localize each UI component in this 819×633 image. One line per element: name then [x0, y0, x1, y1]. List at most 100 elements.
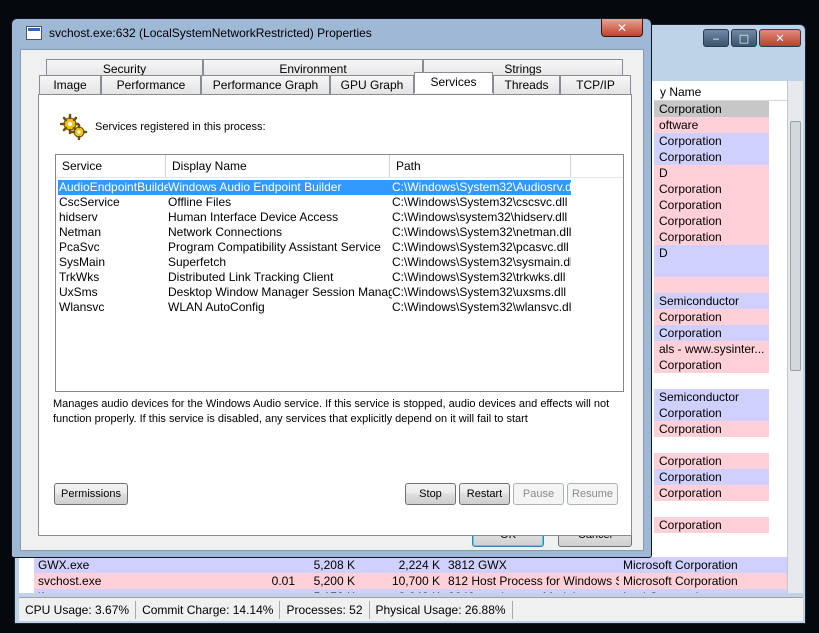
- service-display-name-cell: Distributed Link Tracking Client: [168, 270, 334, 284]
- service-path-cell: C:\Windows\System32\cscsvc.dll: [392, 195, 568, 209]
- service-path-cell: C:\Windows\System32\uxsms.dll: [392, 285, 567, 299]
- process-row[interactable]: jfsnwp.exe 5,172 K3,648 K2648 persistence…: [34, 589, 789, 593]
- service-row[interactable]: SysMain Superfetch C:\Windows\System32\sys…: [58, 255, 571, 270]
- service-row[interactable]: CscService Offline Files C:\Windows\System…: [58, 195, 571, 210]
- process-cpu-cell: [239, 557, 299, 573]
- company-cell: Corporation: [654, 197, 769, 213]
- status-processes: Processes: 52: [280, 600, 370, 619]
- service-name-cell: AudioEndpointBuilder: [59, 180, 168, 194]
- dialog-close-icon[interactable]: ✕: [601, 19, 643, 37]
- company-cell: Corporation: [654, 149, 769, 165]
- company-cell: Corporation: [654, 485, 769, 501]
- service-row[interactable]: Wlansvc WLAN AutoConfig C:\Windows\System3…: [58, 300, 571, 315]
- tab-performance-graph[interactable]: Performance Graph: [201, 75, 330, 94]
- company-cell: Corporation: [654, 309, 769, 325]
- process-private-bytes-cell: 5,172 K: [299, 589, 359, 593]
- company-cell: Semiconductor: [654, 293, 769, 309]
- company-cell: Corporation: [654, 229, 769, 245]
- maximize-icon[interactable]: □: [731, 29, 757, 47]
- process-company-cell: Microsoft Corporation: [623, 574, 738, 588]
- tab-tcpip[interactable]: TCP/IP: [560, 75, 631, 94]
- scrollbar-thumb[interactable]: [790, 121, 801, 371]
- tab-services[interactable]: Services: [414, 72, 493, 93]
- pause-button[interactable]: Pause: [513, 483, 564, 505]
- process-row[interactable]: GWX.exe 5,208 K 2,224 K 3812 GWX Microsoft C…: [34, 557, 789, 573]
- service-path-cell: C:\Windows\System32\wlansvc.dll: [392, 300, 571, 314]
- process-private-bytes-cell: 5,208 K: [313, 558, 355, 572]
- company-cell: D: [654, 165, 769, 181]
- tab-threads[interactable]: Threads: [493, 75, 560, 94]
- company-cell: Corporation: [654, 517, 769, 533]
- tab-gpu-graph[interactable]: GPU Graph: [330, 75, 414, 94]
- company-cell: Corporation: [654, 181, 769, 197]
- company-cell: [654, 501, 769, 517]
- column-header-display-name[interactable]: Display Name: [166, 155, 390, 177]
- process-row[interactable]: svchost.exe 0.01 5,200 K 10,700 K 812 Host P…: [34, 573, 789, 589]
- service-name-cell: CscService: [59, 195, 120, 209]
- company-cell: als - www.sysinter...: [654, 341, 769, 357]
- service-name-cell: Netman: [59, 225, 102, 239]
- resume-button[interactable]: Resume: [567, 483, 618, 505]
- service-path-cell: C:\Windows\System32\pcasvc.dll: [392, 240, 569, 254]
- close-icon[interactable]: ✕: [759, 29, 801, 47]
- service-path-cell: C:\Windows\System32\sysmain.dll: [392, 255, 571, 269]
- service-row[interactable]: TrkWks Distributed Link Tracking Client C:…: [58, 270, 571, 285]
- service-path-cell: C:\Windows\System32\Audiosrv.dll: [392, 180, 571, 194]
- service-row[interactable]: UxSms Desktop Window Manager Session Mana…: [58, 285, 571, 300]
- company-cell: Corporation: [654, 213, 769, 229]
- company-cell: [654, 373, 769, 389]
- company-cell: Corporation: [654, 133, 769, 149]
- service-row[interactable]: AudioEndpointBuilder Windows Audio Endpoi…: [58, 180, 571, 195]
- stop-button[interactable]: Stop: [405, 483, 456, 505]
- process-name-cell: jfsnwp.exe: [34, 589, 239, 593]
- service-path-cell: C:\Windows\system32\hidserv.dll: [392, 210, 568, 224]
- company-cell: Corporation: [654, 405, 769, 421]
- service-display-name-cell: Desktop Window Manager Session Manager: [168, 285, 392, 299]
- service-display-name-cell: Human Interface Device Access: [168, 210, 339, 224]
- services-panel: Services registered in this process: Ser…: [38, 94, 632, 536]
- process-company-cell: Intel Corporation: [619, 589, 789, 593]
- process-description-cell: 3812 GWX: [448, 558, 507, 572]
- restart-button[interactable]: Restart: [459, 483, 510, 505]
- tab-performance[interactable]: Performance: [101, 75, 201, 94]
- company-cell: oftware: [654, 117, 769, 133]
- minimize-icon[interactable]: ‒: [703, 29, 729, 47]
- process-list-scrollbar[interactable]: [787, 81, 803, 593]
- service-name-cell: TrkWks: [59, 270, 100, 284]
- permissions-button[interactable]: Permissions: [54, 483, 128, 505]
- service-display-name-cell: Windows Audio Endpoint Builder: [168, 180, 342, 194]
- column-header-path[interactable]: Path: [390, 155, 571, 177]
- process-cpu-cell: [239, 589, 299, 593]
- status-cpu-usage: CPU Usage: 3.67%: [19, 600, 137, 619]
- company-cell: [654, 261, 769, 277]
- service-path-cell: C:\Windows\System32\netman.dll: [392, 225, 571, 239]
- service-row[interactable]: Netman Network Connections C:\Windows\Syst…: [58, 225, 571, 240]
- process-description-cell: 812 Host Process for Windows S...: [448, 574, 619, 588]
- status-commit-charge: Commit Charge: 14.14%: [136, 600, 281, 619]
- column-header-company-name[interactable]: y Name: [654, 81, 789, 101]
- company-cell: Corporation: [654, 325, 769, 341]
- service-row[interactable]: PcaSvc Program Compatibility Assistant Se…: [58, 240, 571, 255]
- company-cell: [654, 437, 769, 453]
- process-working-set-cell: 10,700 K: [391, 574, 440, 588]
- service-display-name-cell: Network Connections: [168, 225, 283, 239]
- status-bar: CPU Usage: 3.67% Commit Charge: 14.14% P…: [19, 597, 803, 621]
- tab-image[interactable]: Image: [39, 75, 101, 94]
- services-list[interactable]: Service Display Name Path AudioEndpointB…: [55, 154, 624, 392]
- process-working-set-cell: 2,224 K: [398, 558, 440, 572]
- process-description-cell: 2648 persistence Module: [444, 589, 619, 593]
- company-cell: Semiconductor: [654, 389, 769, 405]
- service-name-cell: UxSms: [59, 285, 98, 299]
- service-row[interactable]: hidserv Human Interface Device Access C:\W…: [58, 210, 571, 225]
- window-icon: [26, 26, 42, 40]
- service-display-name-cell: WLAN AutoConfig: [168, 300, 265, 314]
- company-cell: D: [654, 245, 769, 261]
- column-header-service[interactable]: Service: [56, 155, 166, 177]
- services-registered-label: Services registered in this process:: [95, 121, 266, 133]
- status-physical-usage: Physical Usage: 26.88%: [370, 600, 513, 619]
- company-cell: [654, 277, 769, 293]
- gear-icon: [59, 113, 88, 141]
- process-private-bytes-cell: 5,200 K: [313, 574, 355, 588]
- service-display-name-cell: Offline Files: [168, 195, 232, 209]
- background-window-controls: ‒ □ ✕: [703, 29, 801, 47]
